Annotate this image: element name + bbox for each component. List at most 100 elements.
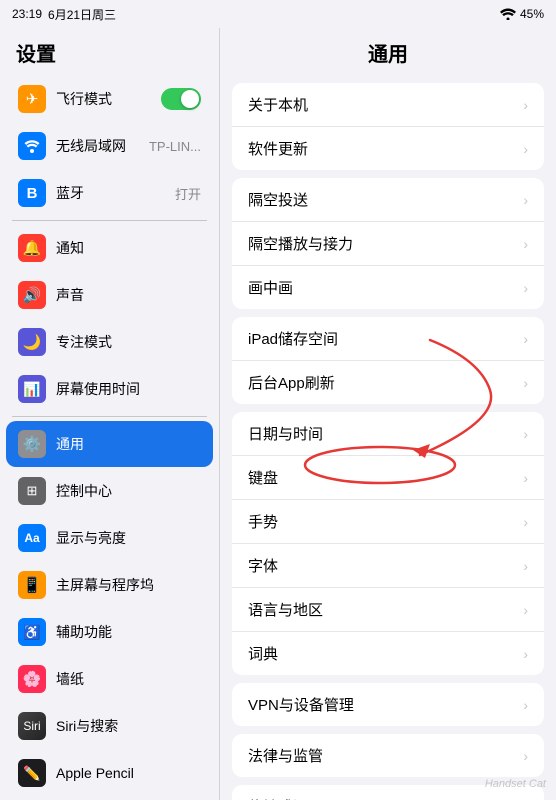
fonts-label: 字体 [248, 555, 515, 576]
content-item-airplay[interactable]: 隔空播放与接力 › [232, 222, 544, 266]
sidebar-item-display[interactable]: Aa 显示与亮度 [6, 515, 213, 561]
legal-chevron: › [523, 748, 528, 764]
vpn-label: VPN与设备管理 [248, 694, 515, 715]
storage-label: iPad储存空间 [248, 328, 515, 349]
content-item-airdrop[interactable]: 隔空投送 › [232, 178, 544, 222]
keyboard-label: 键盘 [248, 467, 515, 488]
divider-2 [12, 416, 207, 417]
divider-1 [12, 220, 207, 221]
pip-chevron: › [523, 280, 528, 296]
fonts-chevron: › [523, 558, 528, 574]
content-item-storage[interactable]: iPad储存空间 › [232, 317, 544, 361]
gestures-label: 手势 [248, 511, 515, 532]
sidebar-item-general[interactable]: ⚙️ 通用 [6, 421, 213, 467]
focus-label: 专注模式 [56, 332, 201, 352]
screentime-icon: 📊 [18, 375, 46, 403]
wifi-sidebar-icon [18, 132, 46, 160]
airplane-label: 飞行模式 [56, 89, 151, 109]
content-item-softwareupdate[interactable]: 软件更新 › [232, 127, 544, 170]
content-item-language[interactable]: 语言与地区 › [232, 588, 544, 632]
siri-icon: Siri [18, 712, 46, 740]
dictionary-label: 词典 [248, 643, 515, 664]
airplay-label: 隔空播放与接力 [248, 233, 515, 254]
sidebar-item-homescreen[interactable]: 📱 主屏幕与程序坞 [6, 562, 213, 608]
sidebar-item-bluetooth[interactable]: B 蓝牙 打开 [6, 170, 213, 216]
content-item-legal[interactable]: 法律与监管 › [232, 734, 544, 777]
airdrop-chevron: › [523, 192, 528, 208]
status-bar: 23:19 6月21日周三 45% [0, 0, 556, 28]
sidebar-item-notification[interactable]: 🔔 通知 [6, 225, 213, 271]
content-group-airdrop: 隔空投送 › 隔空播放与接力 › 画中画 › [232, 178, 544, 309]
sidebar-item-accessibility[interactable]: ♿ 辅助功能 [6, 609, 213, 655]
status-time: 23:19 [12, 7, 42, 21]
sidebar-item-sound[interactable]: 🔊 声音 [6, 272, 213, 318]
sidebar-item-controlcenter[interactable]: ⊞ 控制中心 [6, 468, 213, 514]
focus-icon: 🌙 [18, 328, 46, 356]
content-item-vpn[interactable]: VPN与设备管理 › [232, 683, 544, 726]
softwareupdate-label: 软件更新 [248, 138, 515, 159]
airplay-chevron: › [523, 236, 528, 252]
sidebar-item-wallpaper[interactable]: 🌸 墙纸 [6, 656, 213, 702]
dictionary-chevron: › [523, 646, 528, 662]
applepencil-icon: ✏️ [18, 759, 46, 787]
keyboard-chevron: › [523, 470, 528, 486]
general-label: 通用 [56, 434, 201, 454]
language-label: 语言与地区 [248, 599, 515, 620]
datetime-label: 日期与时间 [248, 423, 515, 444]
sidebar-title: 设置 [0, 28, 219, 75]
notification-icon: 🔔 [18, 234, 46, 262]
airdrop-label: 隔空投送 [248, 189, 515, 210]
accessibility-label: 辅助功能 [56, 622, 201, 642]
datetime-chevron: › [523, 426, 528, 442]
content-item-dictionary[interactable]: 词典 › [232, 632, 544, 675]
homescreen-label: 主屏幕与程序坞 [56, 575, 201, 595]
sidebar-item-airplane[interactable]: ✈ 飞行模式 [6, 76, 213, 122]
bluetooth-value: 打开 [175, 184, 201, 203]
content-item-datetime[interactable]: 日期与时间 › [232, 412, 544, 456]
sidebar-group-settings: ⚙️ 通用 ⊞ 控制中心 Aa 显示与亮度 📱 主屏幕与程序坞 ♿ 辅助功能 🌸 [0, 421, 219, 800]
controlcenter-label: 控制中心 [56, 481, 201, 501]
content-item-apprefresh[interactable]: 后台App刷新 › [232, 361, 544, 404]
general-icon: ⚙️ [18, 430, 46, 458]
language-chevron: › [523, 602, 528, 618]
wifi-icon [500, 8, 516, 20]
main-layout: 设置 ✈ 飞行模式 无线局域网 TP-LIN... B 蓝牙 打开 [0, 28, 556, 800]
content-area: 通用 关于本机 › 软件更新 › 隔空投送 › 隔空播放与接力 › 画中画 [220, 28, 556, 800]
airplane-icon: ✈ [18, 85, 46, 113]
screentime-label: 屏幕使用时间 [56, 379, 201, 399]
softwareupdate-chevron: › [523, 141, 528, 157]
status-right: 45% [500, 7, 544, 21]
content-group-legal: 法律与监管 › [232, 734, 544, 777]
wallpaper-icon: 🌸 [18, 665, 46, 693]
pip-label: 画中画 [248, 277, 515, 298]
content-group-about: 关于本机 › 软件更新 › [232, 83, 544, 170]
content-item-pip[interactable]: 画中画 › [232, 266, 544, 309]
sidebar-group-notifications: 🔔 通知 🔊 声音 🌙 专注模式 📊 屏幕使用时间 [0, 225, 219, 412]
sidebar: 设置 ✈ 飞行模式 无线局域网 TP-LIN... B 蓝牙 打开 [0, 28, 220, 800]
sound-label: 声音 [56, 285, 201, 305]
applepencil-label: Apple Pencil [56, 765, 201, 781]
apprefresh-chevron: › [523, 375, 528, 391]
content-item-gestures[interactable]: 手势 › [232, 500, 544, 544]
content-group-storage: iPad储存空间 › 后台App刷新 › [232, 317, 544, 404]
siri-label: Siri与搜索 [56, 716, 201, 736]
bluetooth-label: 蓝牙 [56, 183, 165, 203]
content-item-keyboard[interactable]: 键盘 › [232, 456, 544, 500]
about-label: 关于本机 [248, 94, 515, 115]
wifi-label: 无线局域网 [56, 136, 139, 156]
sidebar-item-wifi[interactable]: 无线局域网 TP-LIN... [6, 123, 213, 169]
airplane-toggle[interactable] [161, 88, 201, 110]
status-date: 6月21日周三 [48, 6, 116, 23]
sidebar-item-siri[interactable]: Siri Siri与搜索 [6, 703, 213, 749]
sidebar-group-connectivity: ✈ 飞行模式 无线局域网 TP-LIN... B 蓝牙 打开 [0, 76, 219, 216]
sidebar-item-applepencil[interactable]: ✏️ Apple Pencil [6, 750, 213, 796]
sidebar-item-focus[interactable]: 🌙 专注模式 [6, 319, 213, 365]
sidebar-item-screentime[interactable]: 📊 屏幕使用时间 [6, 366, 213, 412]
battery-status: 45% [520, 7, 544, 21]
bluetooth-sidebar-icon: B [18, 179, 46, 207]
display-icon: Aa [18, 524, 46, 552]
controlcenter-icon: ⊞ [18, 477, 46, 505]
content-item-about[interactable]: 关于本机 › [232, 83, 544, 127]
content-item-fonts[interactable]: 字体 › [232, 544, 544, 588]
homescreen-icon: 📱 [18, 571, 46, 599]
